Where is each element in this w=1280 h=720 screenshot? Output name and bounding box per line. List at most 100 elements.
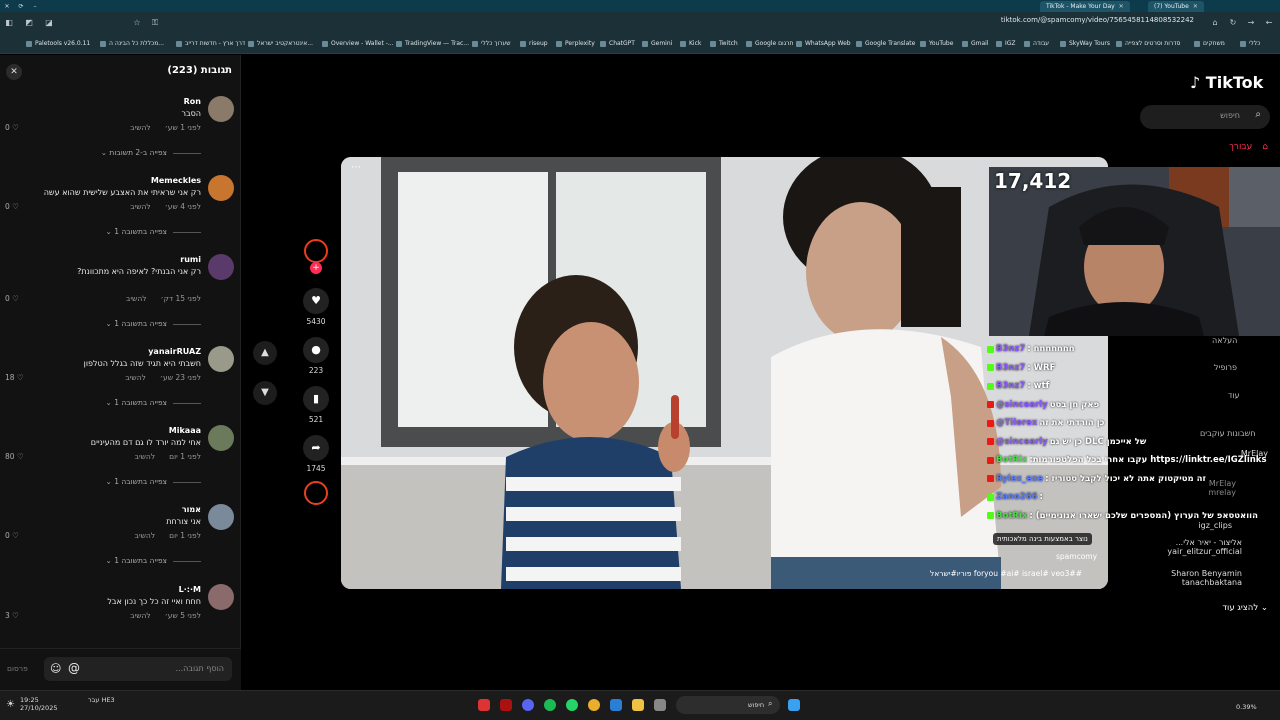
bookmark[interactable]: riseup [520, 40, 548, 47]
bookmark[interactable]: SkyWay Tours [1060, 40, 1110, 47]
comment-author[interactable]: rumi [180, 255, 201, 264]
avatar[interactable] [208, 346, 234, 372]
comment-author[interactable]: אמור [182, 505, 201, 514]
bookmark[interactable]: כללי [1240, 40, 1260, 47]
bookmark[interactable]: Overview - Wallet -... [322, 40, 394, 47]
comment-author[interactable]: Memeckles [151, 176, 201, 185]
app-icon[interactable] [610, 699, 622, 711]
follow-plus-icon[interactable]: + [310, 262, 322, 274]
comment-author[interactable]: yanairRUAZ [148, 347, 201, 356]
nav-for-you[interactable]: ⌂ עבורך [1229, 142, 1268, 152]
nav-more[interactable]: עוד [1228, 391, 1240, 400]
close-icon[interactable]: ✕ [1193, 3, 1198, 10]
video-hashtags[interactable]: #foryou #ai# israel# veo3# פוריו#ישראל [930, 569, 1082, 578]
view-replies-button[interactable]: צפייה בתשובה 1 ⌄ [106, 556, 201, 565]
comment-like-button[interactable]: 0 ♡ [5, 531, 19, 540]
bookmark[interactable]: Twitch [710, 40, 738, 47]
comment-author[interactable]: L·:·M [179, 585, 201, 594]
chrome-icon[interactable] [588, 699, 600, 711]
reply-button[interactable]: להשיב [130, 202, 151, 211]
comment-like-button[interactable]: 80 ♡ [5, 452, 24, 461]
bookmark[interactable]: סדרות וסרטים לצפייה [1116, 40, 1180, 47]
comment-action[interactable]: ● 223 [303, 337, 329, 375]
avatar[interactable] [208, 504, 234, 530]
star-icon[interactable]: ☆ [132, 18, 142, 28]
weather-icon[interactable]: ☀ [6, 699, 15, 710]
post-button[interactable]: פרסום [7, 664, 28, 673]
bookmark[interactable]: ChatGPT [600, 40, 635, 47]
show-more-button[interactable]: ⌄ להציג עוד [1222, 603, 1268, 613]
more-options-icon[interactable]: ⋯ [351, 162, 361, 173]
next-video-button[interactable]: ▼ [253, 381, 277, 405]
bookmark[interactable]: Gmail [962, 40, 989, 47]
comment-like-button[interactable]: 3 ♡ [5, 611, 19, 620]
close-icon[interactable]: ✕ [0, 3, 14, 10]
suggested-account[interactable]: MrElay mrelay [1208, 479, 1236, 497]
comment-like-button[interactable]: 0 ♡ [5, 294, 19, 303]
tab-tiktok[interactable]: TikTok - Make Your Day ✕ [1040, 1, 1130, 12]
avatar[interactable] [208, 96, 234, 122]
mention-icon[interactable]: @ [68, 661, 80, 675]
taskbar-search[interactable]: חיפוש ⌕ [676, 696, 780, 714]
bookmark[interactable]: דרך ארץ - חדשות דרייב [176, 40, 245, 47]
avatar[interactable] [208, 584, 234, 610]
comment-author[interactable]: Ron [184, 97, 201, 106]
reply-button[interactable]: להשיב [135, 531, 156, 540]
bookmark[interactable]: YouTube [920, 40, 953, 47]
view-replies-button[interactable]: צפייה בתשובה 1 ⌄ [106, 398, 201, 407]
app-icon[interactable] [654, 699, 666, 711]
key-icon[interactable]: ⚿ [150, 18, 160, 28]
view-replies-button[interactable]: צפייה ב-2 תשובות ⌄ [101, 148, 201, 157]
bookmark[interactable]: Google תרגום [746, 40, 794, 47]
bookmark[interactable]: TradingView — Trac... [396, 40, 469, 47]
reply-button[interactable]: להשיב [126, 294, 147, 303]
bookmark[interactable]: Google Translate [856, 40, 915, 47]
tiktok-logo[interactable]: ♪ TikTok [1190, 73, 1263, 92]
nav-upload[interactable]: העלאה [1212, 336, 1237, 345]
forward-icon[interactable]: → [1246, 18, 1256, 28]
view-replies-button[interactable]: צפייה בתשובה 1 ⌄ [106, 227, 201, 236]
bookmark[interactable]: שערוך כללי [472, 40, 511, 47]
extension-icon[interactable]: ◪ [44, 18, 54, 28]
spotify-icon[interactable] [544, 699, 556, 711]
like-action[interactable]: ♥ 5430 [303, 288, 329, 326]
suggested-account[interactable]: igz_clips [1198, 521, 1232, 530]
suggested-account[interactable]: Sharon Benyamin tanachbaktana [1171, 569, 1242, 587]
minimize-icon[interactable]: – [28, 3, 42, 10]
folder-icon[interactable] [632, 699, 644, 711]
reply-button[interactable]: להשיב [130, 123, 151, 132]
extension-icon[interactable]: ◩ [24, 18, 34, 28]
reply-button[interactable]: להשיב [130, 611, 151, 620]
save-action[interactable]: ▮ 521 [303, 386, 329, 424]
bookmark[interactable]: Kick [680, 40, 701, 47]
comment-input[interactable]: ☺ @ הוסף תגובה... [44, 657, 232, 681]
avatar[interactable] [208, 425, 234, 451]
tab-youtube[interactable]: (7) YouTube ✕ [1148, 1, 1204, 12]
bookmark[interactable]: מכללת כל הבינה ה... [100, 40, 164, 47]
music-disc-icon[interactable] [304, 481, 328, 505]
app-icon[interactable] [500, 699, 512, 711]
comment-like-button[interactable]: 0 ♡ [5, 123, 19, 132]
bookmark[interactable]: Perplexity [556, 40, 595, 47]
bookmark[interactable]: WhatsApp Web [796, 40, 851, 47]
reply-button[interactable]: להשיב [135, 452, 156, 461]
search-input[interactable]: חיפוש ⌕ [1140, 105, 1270, 129]
whatsapp-icon[interactable] [566, 699, 578, 711]
close-icon[interactable]: ✕ [6, 64, 22, 80]
video-author[interactable]: spamcomy [1056, 552, 1097, 561]
bookmark[interactable]: משחקים [1194, 40, 1225, 47]
windows-start-icon[interactable] [788, 699, 800, 711]
comment-like-button[interactable]: 18 ♡ [5, 373, 24, 382]
avatar[interactable] [208, 175, 234, 201]
previous-video-button[interactable]: ▲ [253, 341, 277, 365]
nav-profile[interactable]: פרופיל [1214, 363, 1237, 372]
comment-author[interactable]: Mikaaa [169, 426, 201, 435]
reply-button[interactable]: להשיב [125, 373, 146, 382]
close-icon[interactable]: ✕ [1119, 3, 1124, 10]
discord-icon[interactable] [522, 699, 534, 711]
extension-icon[interactable]: ◧ [4, 18, 14, 28]
comment-like-button[interactable]: 0 ♡ [5, 202, 19, 211]
creator-avatar[interactable] [304, 239, 328, 263]
bookmark[interactable]: עבודה [1024, 40, 1049, 47]
share-action[interactable]: ➦ 1745 [303, 435, 329, 473]
